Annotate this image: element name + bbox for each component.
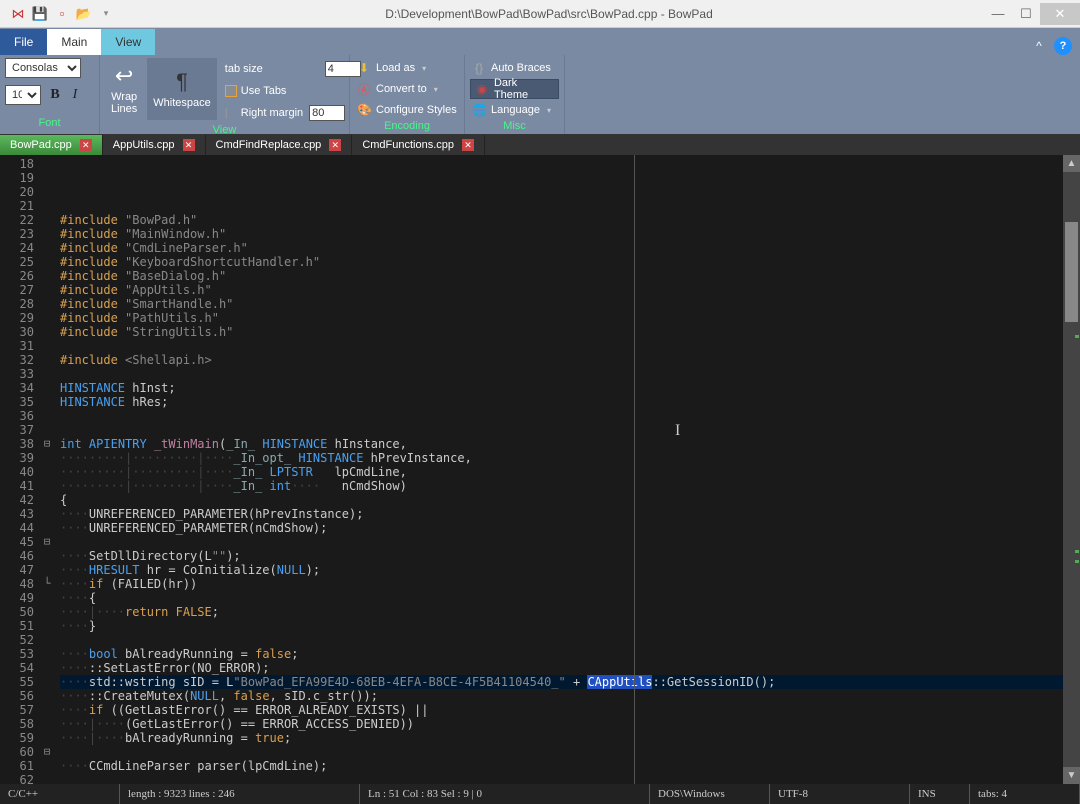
tab-apputils-cpp[interactable]: AppUtils.cpp ✕	[103, 135, 206, 155]
whitespace-button[interactable]: ¶ Whitespace	[147, 58, 216, 120]
italic-button[interactable]: I	[67, 87, 83, 103]
tab-close-icon[interactable]: ✕	[80, 139, 92, 151]
editor[interactable]: 1819202122232425262728293031323334353637…	[0, 155, 1080, 784]
status-bar: C/C++ length : 9323 lines : 246 Ln : 51 …	[0, 784, 1080, 804]
font-name-combo[interactable]: Consolas	[5, 58, 81, 78]
convert-icon: Ⓐ	[357, 81, 371, 98]
menu-view[interactable]: View	[101, 29, 155, 55]
tab-cmdfunctions-cpp[interactable]: CmdFunctions.cpp ✕	[352, 135, 485, 155]
minimize-button[interactable]: —	[984, 3, 1012, 25]
titlebar: ⋈ 💾 ▫ 📂 ▾ D:\Development\BowPad\BowPad\s…	[0, 0, 1080, 28]
bold-button[interactable]: B	[47, 87, 63, 103]
right-margin-label: Right margin	[241, 107, 303, 119]
tab-label: CmdFunctions.cpp	[362, 139, 454, 151]
status-language[interactable]: C/C++	[0, 784, 120, 804]
dark-theme-button[interactable]: ◉Dark Theme	[470, 79, 559, 99]
tab-label: AppUtils.cpp	[113, 139, 175, 151]
help-icon[interactable]: ?	[1054, 37, 1072, 55]
app-icon: ⋈	[10, 6, 26, 22]
convert-to-button[interactable]: ⒶConvert to▾	[355, 79, 440, 99]
save-icon[interactable]: 💾	[32, 6, 48, 22]
tab-label: BowPad.cpp	[10, 139, 72, 151]
dropdown-icon[interactable]: ▾	[98, 6, 114, 22]
scroll-down-icon[interactable]: ▼	[1063, 767, 1080, 784]
save-del-icon[interactable]: ▫	[54, 6, 70, 22]
language-button[interactable]: 🌐Language▾	[470, 100, 553, 120]
tab-bar: BowPad.cpp✕AppUtils.cpp✕CmdFindReplace.c…	[0, 135, 1080, 155]
line-number-gutter: 1819202122232425262728293031323334353637…	[0, 155, 40, 784]
globe-icon: 🌐	[472, 103, 486, 117]
tab-bowpad-cpp[interactable]: BowPad.cpp ✕	[0, 135, 103, 155]
status-encoding[interactable]: UTF-8	[770, 784, 910, 804]
tab-size-label: tab size	[225, 63, 319, 75]
ribbon-collapse-icon[interactable]: ^	[1030, 37, 1048, 55]
tab-cmdfindreplace-cpp[interactable]: CmdFindReplace.cpp ✕	[206, 135, 353, 155]
palette-icon: 🎨	[357, 103, 371, 117]
configure-styles-button[interactable]: 🎨Configure Styles	[355, 100, 459, 120]
status-eol[interactable]: DOS\Windows	[650, 784, 770, 804]
text-cursor-icon: I	[675, 424, 680, 438]
download-icon: ⬇	[357, 61, 371, 75]
code-area[interactable]: I #include "BowPad.h"#include "MainWindo…	[54, 155, 1063, 784]
auto-braces-button[interactable]: {}Auto Braces	[470, 58, 553, 78]
scroll-thumb[interactable]	[1065, 222, 1078, 322]
group-encoding-label: Encoding	[355, 120, 459, 134]
wrap-icon: ↩	[115, 63, 133, 89]
tab-close-icon[interactable]: ✕	[462, 139, 474, 151]
menubar: File Main View ^ ?	[0, 28, 1080, 55]
scroll-up-icon[interactable]: ▲	[1063, 155, 1080, 172]
change-marker	[1075, 560, 1079, 563]
status-insert-mode[interactable]: INS	[910, 784, 970, 804]
change-marker	[1075, 335, 1079, 338]
change-marker	[1075, 550, 1079, 553]
braces-icon: {}	[472, 61, 486, 75]
window-title: D:\Development\BowPad\BowPad\src\BowPad.…	[114, 7, 984, 21]
maximize-button[interactable]: ☐	[1012, 3, 1040, 25]
theme-icon: ◉	[475, 82, 489, 96]
ribbon: Consolas 10 B I Font ↩ Wrap Lines ¶ Whit…	[0, 55, 1080, 135]
vertical-scrollbar[interactable]: ▲ ▼	[1063, 155, 1080, 784]
menu-main[interactable]: Main	[47, 29, 101, 55]
status-position: Ln : 51 Col : 83 Sel : 9 | 0	[360, 784, 650, 804]
open-icon[interactable]: 📂	[76, 6, 92, 22]
checkbox-icon	[225, 85, 237, 97]
wrap-lines-button[interactable]: ↩ Wrap Lines	[105, 58, 143, 120]
menu-file[interactable]: File	[0, 29, 47, 55]
whitespace-icon: ¶	[176, 69, 188, 95]
tab-close-icon[interactable]: ✕	[183, 139, 195, 151]
right-margin-input[interactable]	[309, 105, 345, 121]
close-button[interactable]: ✕	[1040, 3, 1080, 25]
font-size-combo[interactable]: 10	[5, 85, 41, 105]
tab-label: CmdFindReplace.cpp	[216, 139, 322, 151]
fold-column[interactable]: ⊟⊟└⊟	[40, 155, 54, 784]
group-misc-label: Misc	[470, 120, 559, 134]
load-as-button[interactable]: ⬇Load as▾	[355, 58, 428, 78]
right-margin-line	[634, 155, 635, 784]
use-tabs-checkbox[interactable]: Use Tabs	[225, 81, 361, 101]
status-length: length : 9323 lines : 246	[120, 784, 360, 804]
group-font-label: Font	[5, 117, 94, 131]
status-tabs[interactable]: tabs: 4	[970, 784, 1080, 804]
tab-close-icon[interactable]: ✕	[329, 139, 341, 151]
